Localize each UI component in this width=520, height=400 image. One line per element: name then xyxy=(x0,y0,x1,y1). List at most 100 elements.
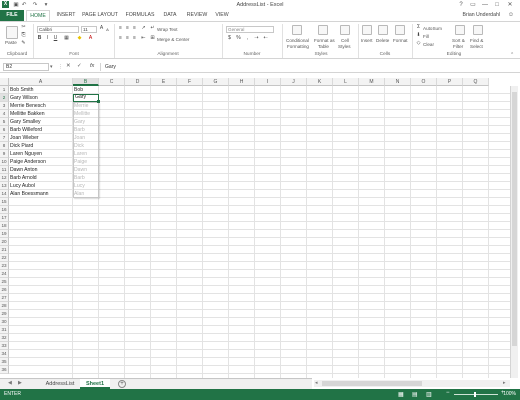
row-header-29[interactable]: 29 xyxy=(0,310,9,318)
cell-a3[interactable]: Merrie Benesch xyxy=(9,102,73,110)
column-header-c[interactable]: C xyxy=(99,78,125,86)
row-header-17[interactable]: 17 xyxy=(0,214,9,222)
active-cell-b2[interactable]: Gary xyxy=(73,94,99,102)
user-avatar-icon[interactable]: ☺ xyxy=(508,10,514,21)
orientation-icon[interactable]: ↗ xyxy=(141,26,146,31)
format-cells-button[interactable]: Format xyxy=(393,38,408,43)
new-sheet-button[interactable]: + xyxy=(118,380,126,388)
number-format-select[interactable]: General xyxy=(226,26,274,33)
sheet-tab-addresslist[interactable]: AddressList xyxy=(40,379,80,389)
tab-file[interactable]: FILE xyxy=(0,10,24,21)
shrink-font-icon[interactable]: A xyxy=(105,27,110,32)
zoom-level[interactable]: 100% xyxy=(503,389,516,400)
insert-cells-icon[interactable] xyxy=(362,25,372,35)
cell-a10[interactable]: Paige Anderson xyxy=(9,158,73,166)
normal-view-icon[interactable]: ▦ xyxy=(398,391,404,398)
column-header-f[interactable]: F xyxy=(177,78,203,86)
font-name-select[interactable]: Calibri xyxy=(37,26,79,33)
row-header-34[interactable]: 34 xyxy=(0,350,9,358)
vertical-scroll-thumb[interactable] xyxy=(512,92,517,346)
row-header-15[interactable]: 15 xyxy=(0,198,9,206)
column-header-j[interactable]: J xyxy=(281,78,307,86)
next-sheet-icon[interactable]: ▶ xyxy=(18,380,22,386)
currency-button[interactable]: $ xyxy=(227,36,232,41)
column-header-b[interactable]: B xyxy=(73,78,99,86)
row-header-36[interactable]: 36 xyxy=(0,366,9,374)
percent-button[interactable]: % xyxy=(236,36,241,41)
clear-icon[interactable]: ◇ xyxy=(416,41,421,46)
cell-a7[interactable]: Joan Wieber xyxy=(9,134,73,142)
row-header-21[interactable]: 21 xyxy=(0,246,9,254)
align-middle-icon[interactable]: ≡ xyxy=(125,26,130,31)
name-box-dropdown-icon[interactable]: ▾ xyxy=(50,64,53,70)
minimize-icon[interactable]: — xyxy=(480,1,490,9)
row-header-30[interactable]: 30 xyxy=(0,318,9,326)
ribbon-display-icon[interactable]: ▭ xyxy=(468,1,478,9)
italic-button[interactable]: I xyxy=(45,36,50,41)
cell-a4[interactable]: Mellitte Bakken xyxy=(9,110,73,118)
align-left-icon[interactable]: ≡ xyxy=(118,36,123,41)
row-header-22[interactable]: 22 xyxy=(0,254,9,262)
column-header-p[interactable]: P xyxy=(437,78,463,86)
copy-icon[interactable]: ⎘ xyxy=(21,33,26,38)
cell-a11[interactable]: Dawn Anton xyxy=(9,166,73,174)
sort-filter-icon[interactable] xyxy=(455,25,465,35)
comma-button[interactable]: , xyxy=(245,36,250,41)
worksheet-grid[interactable]: ABCDEFGHIJKLMNOPQ 1 2 3 4 5 6 7 8 9 10 11 12 13 14 15 1… xyxy=(0,74,518,378)
tab-view[interactable]: VIEW xyxy=(212,10,232,21)
column-header-m[interactable]: M xyxy=(359,78,385,86)
formula-bar-splitter-icon[interactable]: ⋮ xyxy=(58,64,63,70)
row-header-13[interactable]: 13 xyxy=(0,182,9,190)
delete-cells-button[interactable]: Delete xyxy=(376,38,389,43)
column-header-h[interactable]: H xyxy=(229,78,255,86)
horizontal-scrollbar[interactable]: ◂ ▸ xyxy=(314,380,510,387)
align-bottom-icon[interactable]: ≡ xyxy=(132,26,137,31)
collapse-ribbon-icon[interactable]: ⌃ xyxy=(510,52,514,58)
column-header-d[interactable]: D xyxy=(125,78,151,86)
formula-input[interactable]: Gary xyxy=(100,63,510,71)
font-color-icon[interactable]: A xyxy=(88,36,93,41)
paste-icon[interactable] xyxy=(6,26,18,39)
wrap-text-icon[interactable]: ↵ xyxy=(150,26,155,31)
row-header-28[interactable]: 28 xyxy=(0,302,9,310)
align-center-icon[interactable]: ≡ xyxy=(125,36,130,41)
scroll-left-icon[interactable]: ◂ xyxy=(315,380,318,386)
underline-button[interactable]: U xyxy=(53,36,58,41)
cell-a6[interactable]: Barb Willeford xyxy=(9,126,73,134)
sheet-tab-sheet1[interactable]: Sheet1 xyxy=(80,379,110,389)
cell-a9[interactable]: Laren Nguyen xyxy=(9,150,73,158)
cell-a1[interactable]: Bob Smith xyxy=(9,86,73,94)
row-header-18[interactable]: 18 xyxy=(0,222,9,230)
tab-page-layout[interactable]: PAGE LAYOUT xyxy=(80,10,120,21)
row-header-35[interactable]: 35 xyxy=(0,358,9,366)
cell-a12[interactable]: Barb Arnold xyxy=(9,174,73,182)
tab-formulas[interactable]: FORMULAS xyxy=(124,10,156,21)
close-icon[interactable]: ✕ xyxy=(505,1,515,9)
row-header-25[interactable]: 25 xyxy=(0,278,9,286)
cell-a5[interactable]: Gary Smalley xyxy=(9,118,73,126)
wrap-text-button[interactable]: Wrap Text xyxy=(157,27,178,32)
merge-center-button[interactable]: Merge & Center xyxy=(157,37,189,42)
font-size-select[interactable]: 11 xyxy=(81,26,97,33)
autosum-button[interactable]: AutoSum xyxy=(423,26,442,31)
row-header-12[interactable]: 12 xyxy=(0,174,9,182)
row-header-23[interactable]: 23 xyxy=(0,262,9,270)
row-header-2[interactable]: 2 xyxy=(0,94,9,102)
find-select-button[interactable]: Find & xyxy=(470,38,483,43)
row-header-4[interactable]: 4 xyxy=(0,110,9,118)
format-as-table-icon[interactable] xyxy=(318,25,328,35)
fill-color-icon[interactable]: ◆ xyxy=(77,36,82,41)
cell-b1[interactable]: Bob xyxy=(73,86,99,94)
align-top-icon[interactable]: ≡ xyxy=(118,26,123,31)
clear-button[interactable]: Clear xyxy=(423,42,434,47)
row-header-3[interactable]: 3 xyxy=(0,102,9,110)
column-header-i[interactable]: I xyxy=(255,78,281,86)
help-icon[interactable]: ? xyxy=(456,1,466,9)
row-header-26[interactable]: 26 xyxy=(0,286,9,294)
horizontal-scroll-thumb[interactable] xyxy=(322,381,422,386)
tab-home[interactable]: HOME xyxy=(26,10,50,21)
row-header-9[interactable]: 9 xyxy=(0,150,9,158)
row-header-5[interactable]: 5 xyxy=(0,118,9,126)
row-header-33[interactable]: 33 xyxy=(0,342,9,350)
column-header-l[interactable]: L xyxy=(333,78,359,86)
